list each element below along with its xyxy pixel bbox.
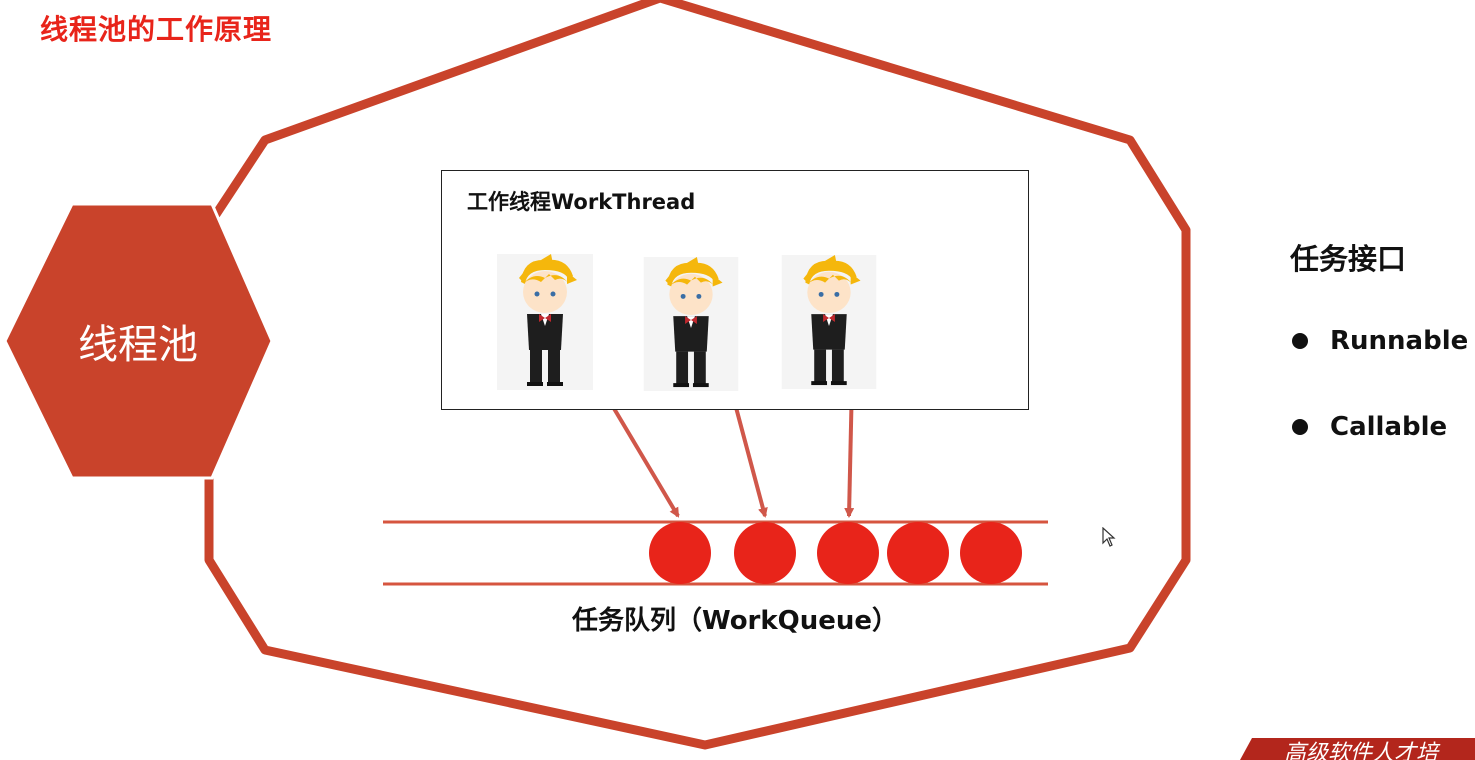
thread-pool-label: 线程池 — [78, 322, 198, 368]
interface-item-runnable: Runnable — [1292, 326, 1468, 356]
interface-item-callable: Callable — [1292, 412, 1447, 442]
cartoon-waiter-icon — [781, 255, 877, 389]
queue-task — [649, 522, 711, 584]
queue-task — [887, 522, 949, 584]
bullet-icon — [1292, 419, 1308, 435]
mouse-cursor-icon — [1102, 527, 1116, 547]
work-queue-label: 任务队列（WorkQueue） — [571, 606, 899, 636]
footer-banner: 高级软件人才培 — [1240, 738, 1475, 760]
slide-title: 线程池的工作原理 — [40, 13, 273, 46]
cartoon-waiter-icon — [643, 257, 739, 391]
task-interface-title: 任务接口 — [1290, 242, 1407, 276]
interface-name: Callable — [1330, 412, 1448, 442]
bullet-icon — [1292, 333, 1308, 349]
queue-task — [817, 522, 879, 584]
queue-task — [734, 522, 796, 584]
queue-task — [960, 522, 1022, 584]
work-thread-title: 工作线程WorkThread — [467, 190, 696, 214]
cartoon-waiter-icon — [497, 254, 593, 390]
interface-name: Runnable — [1330, 326, 1469, 356]
